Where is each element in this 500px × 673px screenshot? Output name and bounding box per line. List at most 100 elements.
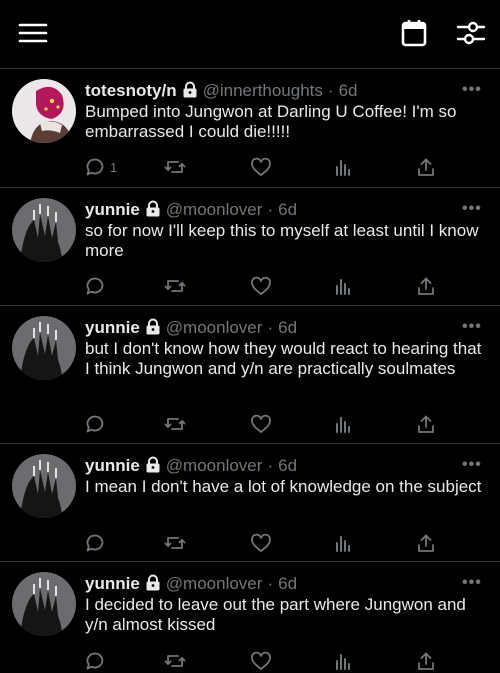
display-name[interactable]: yunnie [85, 456, 140, 475]
avatar[interactable] [12, 316, 76, 380]
heart-icon [251, 276, 271, 295]
tweet[interactable]: yunnie @moonlover · 6d ••• but I don't know… [0, 306, 500, 444]
like-button[interactable] [250, 649, 272, 673]
more-icon[interactable]: ••• [462, 574, 482, 592]
share-button[interactable] [416, 531, 436, 555]
more-icon[interactable]: ••• [462, 200, 482, 218]
handle[interactable]: @moonlover [166, 456, 263, 475]
tweet[interactable]: yunnie @moonlover · 6d ••• I mean I don't h… [0, 444, 500, 562]
action-bar [0, 412, 500, 436]
reply-button[interactable] [85, 412, 105, 436]
separator: · [267, 456, 274, 475]
retweet-button[interactable] [164, 649, 186, 673]
tweet-text: but I don't know how they would react to… [85, 339, 482, 378]
handle[interactable]: @innerthoughts [203, 81, 323, 100]
avatar[interactable] [12, 198, 76, 262]
separator: · [267, 318, 274, 337]
lock-icon [145, 200, 161, 222]
action-bar: 1 [0, 155, 500, 179]
lock-icon [182, 81, 198, 103]
avatar[interactable] [12, 572, 76, 636]
reply-button[interactable] [85, 649, 105, 673]
timestamp[interactable]: 6d [278, 456, 297, 475]
hamburger-icon[interactable] [18, 18, 48, 53]
analytics-icon [336, 160, 350, 176]
tweet-header: yunnie @moonlover · 6d [85, 200, 297, 222]
like-button[interactable] [250, 531, 272, 555]
retweet-button[interactable] [164, 274, 186, 298]
display-name[interactable]: yunnie [85, 318, 140, 337]
display-name[interactable]: yunnie [85, 200, 140, 219]
more-icon[interactable]: ••• [462, 456, 482, 474]
more-icon[interactable]: ••• [462, 81, 482, 99]
heart-icon [251, 157, 271, 176]
analytics-icon [336, 654, 350, 670]
separator: · [267, 574, 274, 593]
like-button[interactable] [250, 274, 272, 298]
tweet-header: yunnie @moonlover · 6d [85, 574, 297, 596]
share-button[interactable] [416, 274, 436, 298]
share-button[interactable] [416, 649, 436, 673]
tweet[interactable]: yunnie @moonlover · 6d ••• I decided to lea… [0, 562, 500, 673]
action-bar [0, 274, 500, 298]
tweet-text: Bumped into Jungwon at Darling U Coffee!… [85, 102, 457, 141]
analytics-button[interactable] [333, 531, 353, 555]
retweet-button[interactable] [164, 531, 186, 555]
tweet-text: so for now I'll keep this to myself at l… [85, 221, 479, 260]
lock-icon [145, 318, 161, 340]
tweet[interactable]: totesnoty/n @innerthoughts · 6d ••• Bumped … [0, 69, 500, 188]
separator: · [327, 81, 334, 100]
tweet-header: totesnoty/n @innerthoughts · 6d [85, 81, 357, 103]
share-button[interactable] [416, 412, 436, 436]
reply-icon [86, 277, 104, 295]
retweet-icon [164, 537, 186, 549]
reply-icon [86, 415, 104, 433]
timestamp[interactable]: 6d [339, 81, 358, 100]
heart-icon [251, 414, 271, 433]
share-icon [418, 158, 434, 176]
timestamp[interactable]: 6d [278, 574, 297, 593]
share-button[interactable] [416, 155, 436, 179]
analytics-icon [336, 279, 350, 295]
action-bar [0, 649, 500, 673]
tweet-text: I mean I don't have a lot of knowledge o… [85, 477, 482, 496]
reply-button[interactable] [85, 531, 105, 555]
retweet-button[interactable] [164, 155, 186, 179]
calendar-icon[interactable] [400, 18, 428, 53]
analytics-button[interactable] [333, 274, 353, 298]
lock-icon [145, 574, 161, 596]
analytics-icon [336, 417, 350, 433]
timestamp[interactable]: 6d [278, 200, 297, 219]
timestamp[interactable]: 6d [278, 318, 297, 337]
avatar[interactable] [12, 79, 76, 143]
retweet-icon [164, 655, 186, 667]
heart-icon [251, 533, 271, 552]
reply-count: 1 [110, 159, 118, 175]
reply-button[interactable] [85, 274, 105, 298]
reply-icon [86, 158, 104, 176]
share-icon [418, 534, 434, 552]
reply-icon [86, 652, 104, 670]
handle[interactable]: @moonlover [166, 574, 263, 593]
action-bar [0, 531, 500, 555]
separator: · [267, 200, 274, 219]
display-name[interactable]: yunnie [85, 574, 140, 593]
share-icon [418, 652, 434, 670]
retweet-button[interactable] [164, 412, 186, 436]
more-icon[interactable]: ••• [462, 318, 482, 336]
handle[interactable]: @moonlover [166, 318, 263, 337]
like-button[interactable] [250, 412, 272, 436]
reply-icon [86, 534, 104, 552]
sliders-icon[interactable] [456, 18, 486, 53]
like-button[interactable] [250, 155, 272, 179]
analytics-button[interactable] [333, 155, 353, 179]
tweet[interactable]: yunnie @moonlover · 6d ••• so for now I'll … [0, 188, 500, 306]
avatar[interactable] [12, 454, 76, 518]
display-name[interactable]: totesnoty/n [85, 81, 177, 100]
analytics-button[interactable] [333, 412, 353, 436]
handle[interactable]: @moonlover [166, 200, 263, 219]
top-bar [0, 0, 500, 69]
tweet-text: I decided to leave out the part where Ju… [85, 595, 466, 634]
reply-button[interactable]: 1 [85, 155, 117, 179]
analytics-button[interactable] [333, 649, 353, 673]
